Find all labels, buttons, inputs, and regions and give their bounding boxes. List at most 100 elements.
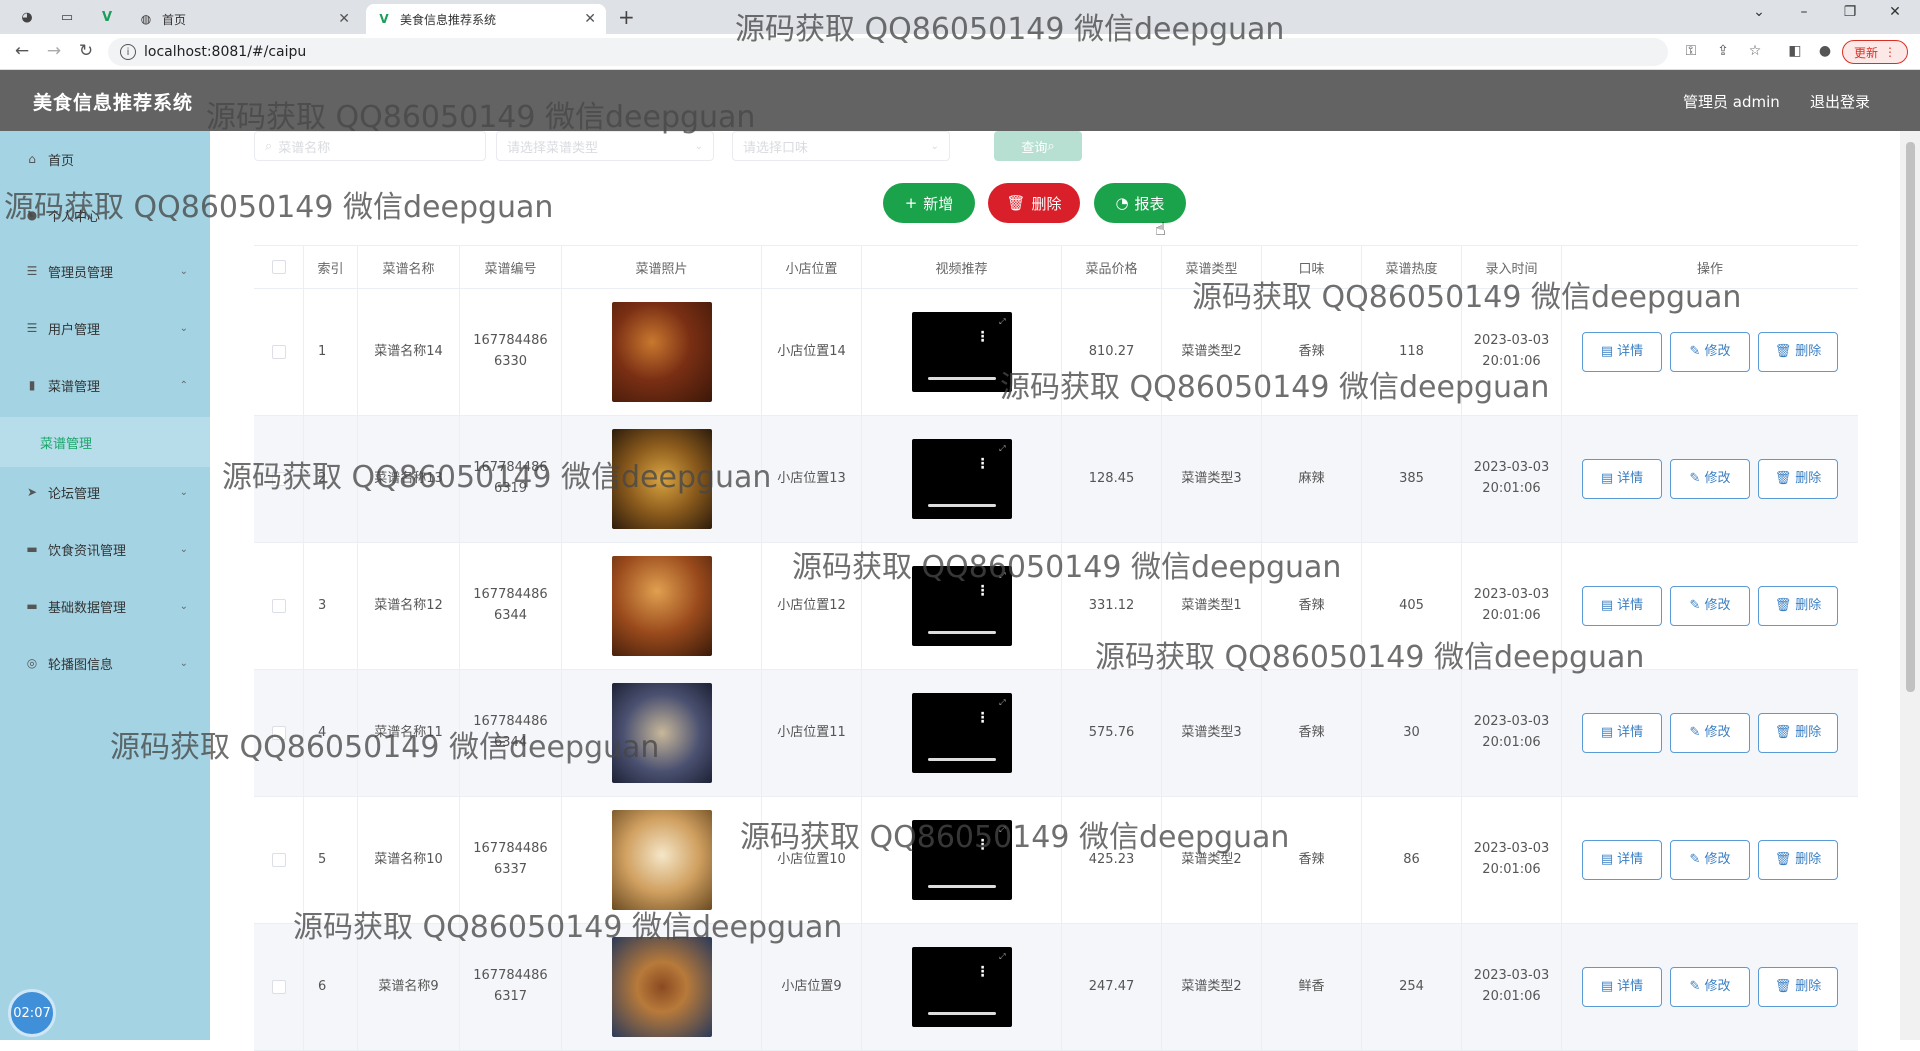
forward-icon[interactable]: → [42,41,66,61]
video-progress-bar[interactable] [927,885,996,888]
video-player[interactable]: ⤢ ⋮ [911,947,1012,1027]
row-checkbox[interactable] [271,599,286,613]
delete-button[interactable]: 🗑 删除 [1758,967,1838,1007]
tab-search-icon[interactable]: ⌄ [1744,4,1774,20]
video-player[interactable]: ⤢ ⋮ [911,566,1012,646]
sidepanel-icon[interactable]: ◧ [1784,43,1806,59]
video-progress-bar[interactable] [927,377,996,380]
sidebar-item-forum[interactable]: ➤ 论坛管理 ⌄ [0,474,210,510]
url-field[interactable]: i localhost:8081/#/caipu [108,38,1668,66]
update-button[interactable]: 更新 ⋮ [1842,40,1908,64]
video-progress-bar[interactable] [927,758,996,761]
row-checkbox[interactable] [271,726,286,740]
sidebar-item-users[interactable]: ☰ 用户管理 ⌄ [0,310,210,346]
more-icon[interactable]: ⋮ [976,838,990,852]
video-player[interactable]: ⤢ ⋮ [911,312,1012,392]
detail-button[interactable]: ▤ 详情 [1582,586,1662,626]
delete-button[interactable]: 🗑 删除 [1758,713,1838,753]
back-icon[interactable]: ← [10,41,34,61]
cell-heat: 385 [1362,416,1462,542]
edit-button[interactable]: ✎ 修改 [1670,713,1750,753]
star-icon[interactable]: ☆ [1744,43,1766,59]
fullscreen-icon: ⤢ [999,317,1006,326]
video-progress-bar[interactable] [927,504,996,507]
close-icon[interactable]: ✕ [338,11,350,27]
logout-link[interactable]: 退出登录 [1810,91,1870,112]
profile-icon[interactable]: ● [1814,43,1836,59]
sidebar-item-carousel[interactable]: ◎ 轮播图信息 ⌄ [0,645,210,681]
detail-button[interactable]: ▤ 详情 [1582,713,1662,753]
cell-shop: 小店位置11 [762,670,862,796]
edit-button[interactable]: ✎ 修改 [1670,459,1750,499]
row-checkbox[interactable] [271,345,286,359]
more-icon[interactable]: ⋮ [976,457,990,471]
minimize-icon[interactable]: – [1789,4,1819,20]
edit-button[interactable]: ✎ 修改 [1670,586,1750,626]
key-icon[interactable]: ⚿ [1680,43,1702,59]
close-icon[interactable]: ✕ [584,11,596,27]
new-tab-icon[interactable]: + [618,5,635,29]
share-icon[interactable]: ⇪ [1712,43,1734,59]
video-progress-bar[interactable] [927,1012,996,1015]
detail-button[interactable]: ▤ 详情 [1582,840,1662,880]
cell-video: ⤢ ⋮ [862,543,1062,669]
recipe-name-input[interactable]: ⌕ 菜谱名称 [254,131,486,161]
sidebar-item-profile[interactable]: ● 个人中心 [0,197,210,233]
tab-home[interactable]: ◍ 首页 ✕ [128,4,360,34]
cell-index: 2 [304,416,358,542]
row-checkbox[interactable] [271,853,286,867]
cell-shop: 小店位置10 [762,797,862,923]
more-icon[interactable]: ⋮ [976,584,990,598]
detail-label: 详情 [1617,597,1644,613]
video-player[interactable]: ⤢ ⋮ [911,693,1012,773]
more-icon[interactable]: ⋮ [976,965,990,979]
tab-active[interactable]: V 美食信息推荐系统 ✕ [366,4,606,34]
batch-delete-button[interactable]: 🗑 删除 [988,183,1080,223]
detail-button[interactable]: ▤ 详情 [1582,967,1662,1007]
sidebar-subitem-recipe-manage[interactable]: 菜谱管理 [0,417,210,467]
info-icon[interactable]: i [120,44,136,60]
code-part: 6337 [493,862,528,877]
report-button[interactable]: ◔ 报表 [1094,183,1186,223]
cell-ops: ▤ 详情 ✎ 修改 🗑 删除 [1562,670,1858,796]
delete-button[interactable]: 🗑 删除 [1758,459,1838,499]
query-button[interactable]: 查询 ⌕ [994,131,1082,161]
edit-button[interactable]: ✎ 修改 [1670,840,1750,880]
detail-button[interactable]: ▤ 详情 [1582,459,1662,499]
more-icon[interactable]: ⋮ [976,330,990,344]
delete-button[interactable]: 🗑 删除 [1758,840,1838,880]
compass-icon: ◎ [26,656,38,670]
more-icon: ⋮ [1884,45,1896,59]
time-clock: 20:01:06 [1482,862,1541,877]
add-button[interactable]: + 新增 [883,183,975,223]
sidebar-item-basedata[interactable]: ▬ 基础数据管理 ⌄ [0,588,210,624]
detail-button[interactable]: ▤ 详情 [1582,332,1662,372]
sidebar-item-recipes[interactable]: ▮ 菜谱管理 ⌃ [0,367,210,403]
row-checkbox[interactable] [271,472,286,486]
delete-button[interactable]: 🗑 删除 [1758,332,1838,372]
window-close-icon[interactable]: ✕ [1880,4,1910,20]
more-icon[interactable]: ⋮ [976,711,990,725]
chevron-down-icon: ⌄ [179,657,188,669]
edit-button[interactable]: ✎ 修改 [1670,967,1750,1007]
video-player[interactable]: ⤢ ⋮ [911,820,1012,900]
recipe-type-select[interactable]: 请选择菜谱类型 ⌄ [496,131,714,161]
chrome-icon[interactable]: ◕ [16,6,38,28]
edit-button[interactable]: ✎ 修改 [1670,332,1750,372]
blank-tab-icon[interactable]: ▭ [56,6,78,28]
reload-icon[interactable]: ↻ [74,41,98,61]
scrollbar-thumb[interactable] [1906,142,1915,692]
video-progress-bar[interactable] [927,631,996,634]
sidebar-item-home[interactable]: ⌂ 首页 [0,141,210,177]
sidebar-item-admins[interactable]: ☰ 管理员管理 ⌄ [0,253,210,289]
row-checkbox[interactable] [271,980,286,994]
delete-button[interactable]: 🗑 删除 [1758,586,1838,626]
delete-label: 删除 [1795,851,1822,867]
video-player[interactable]: ⤢ ⋮ [911,439,1012,519]
taste-select[interactable]: 请选择口味 ⌄ [732,131,950,161]
select-all-checkbox[interactable] [271,260,286,274]
restore-icon[interactable]: ❐ [1835,4,1865,20]
pencil-icon: ✎ [1689,978,1701,994]
sidebar-item-news[interactable]: ▬ 饮食资讯管理 ⌄ [0,531,210,567]
vue-icon[interactable]: V [96,6,118,28]
